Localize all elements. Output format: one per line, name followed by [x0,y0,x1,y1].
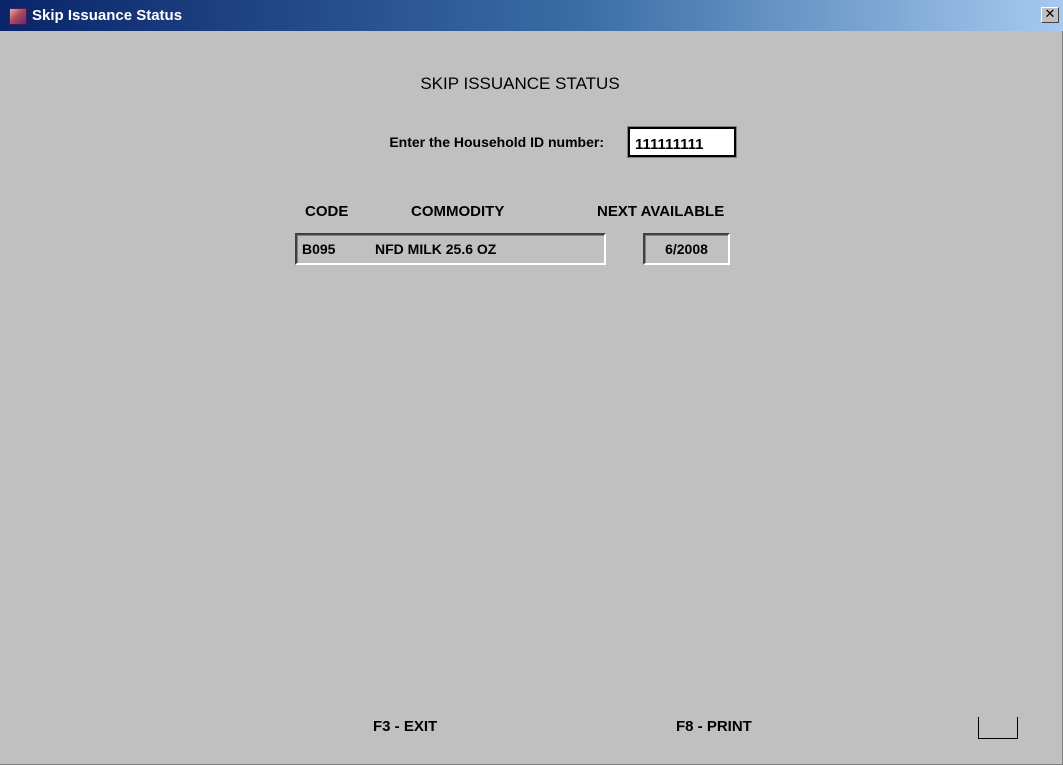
skip-issuance-window: Skip Issuance Status ✕ SKIP ISSUANCE STA… [0,0,1063,765]
household-id-input[interactable] [627,126,737,158]
household-id-label: Enter the Household ID number: [389,134,604,150]
row-code-value: B095 [302,241,336,257]
print-key-button[interactable]: F8 - PRINT [676,718,752,735]
column-header-commodity: COMMODITY [411,203,505,220]
window-title: Skip Issuance Status [32,7,183,24]
row-commodity-value: NFD MILK 25.6 OZ [375,241,497,257]
column-header-next-available: NEXT AVAILABLE [597,203,725,220]
title-bar[interactable]: Skip Issuance Status ✕ [0,0,1063,31]
next-available-field: 6/2008 [643,233,730,265]
app-icon [9,8,27,25]
commodity-row-field: B095 NFD MILK 25.6 OZ [295,233,606,265]
exit-key-button[interactable]: F3 - EXIT [373,718,437,735]
column-header-code: CODE [305,203,349,220]
status-box [978,717,1018,739]
close-button[interactable]: ✕ [1041,7,1059,23]
page-title: SKIP ISSUANCE STATUS [420,74,620,93]
